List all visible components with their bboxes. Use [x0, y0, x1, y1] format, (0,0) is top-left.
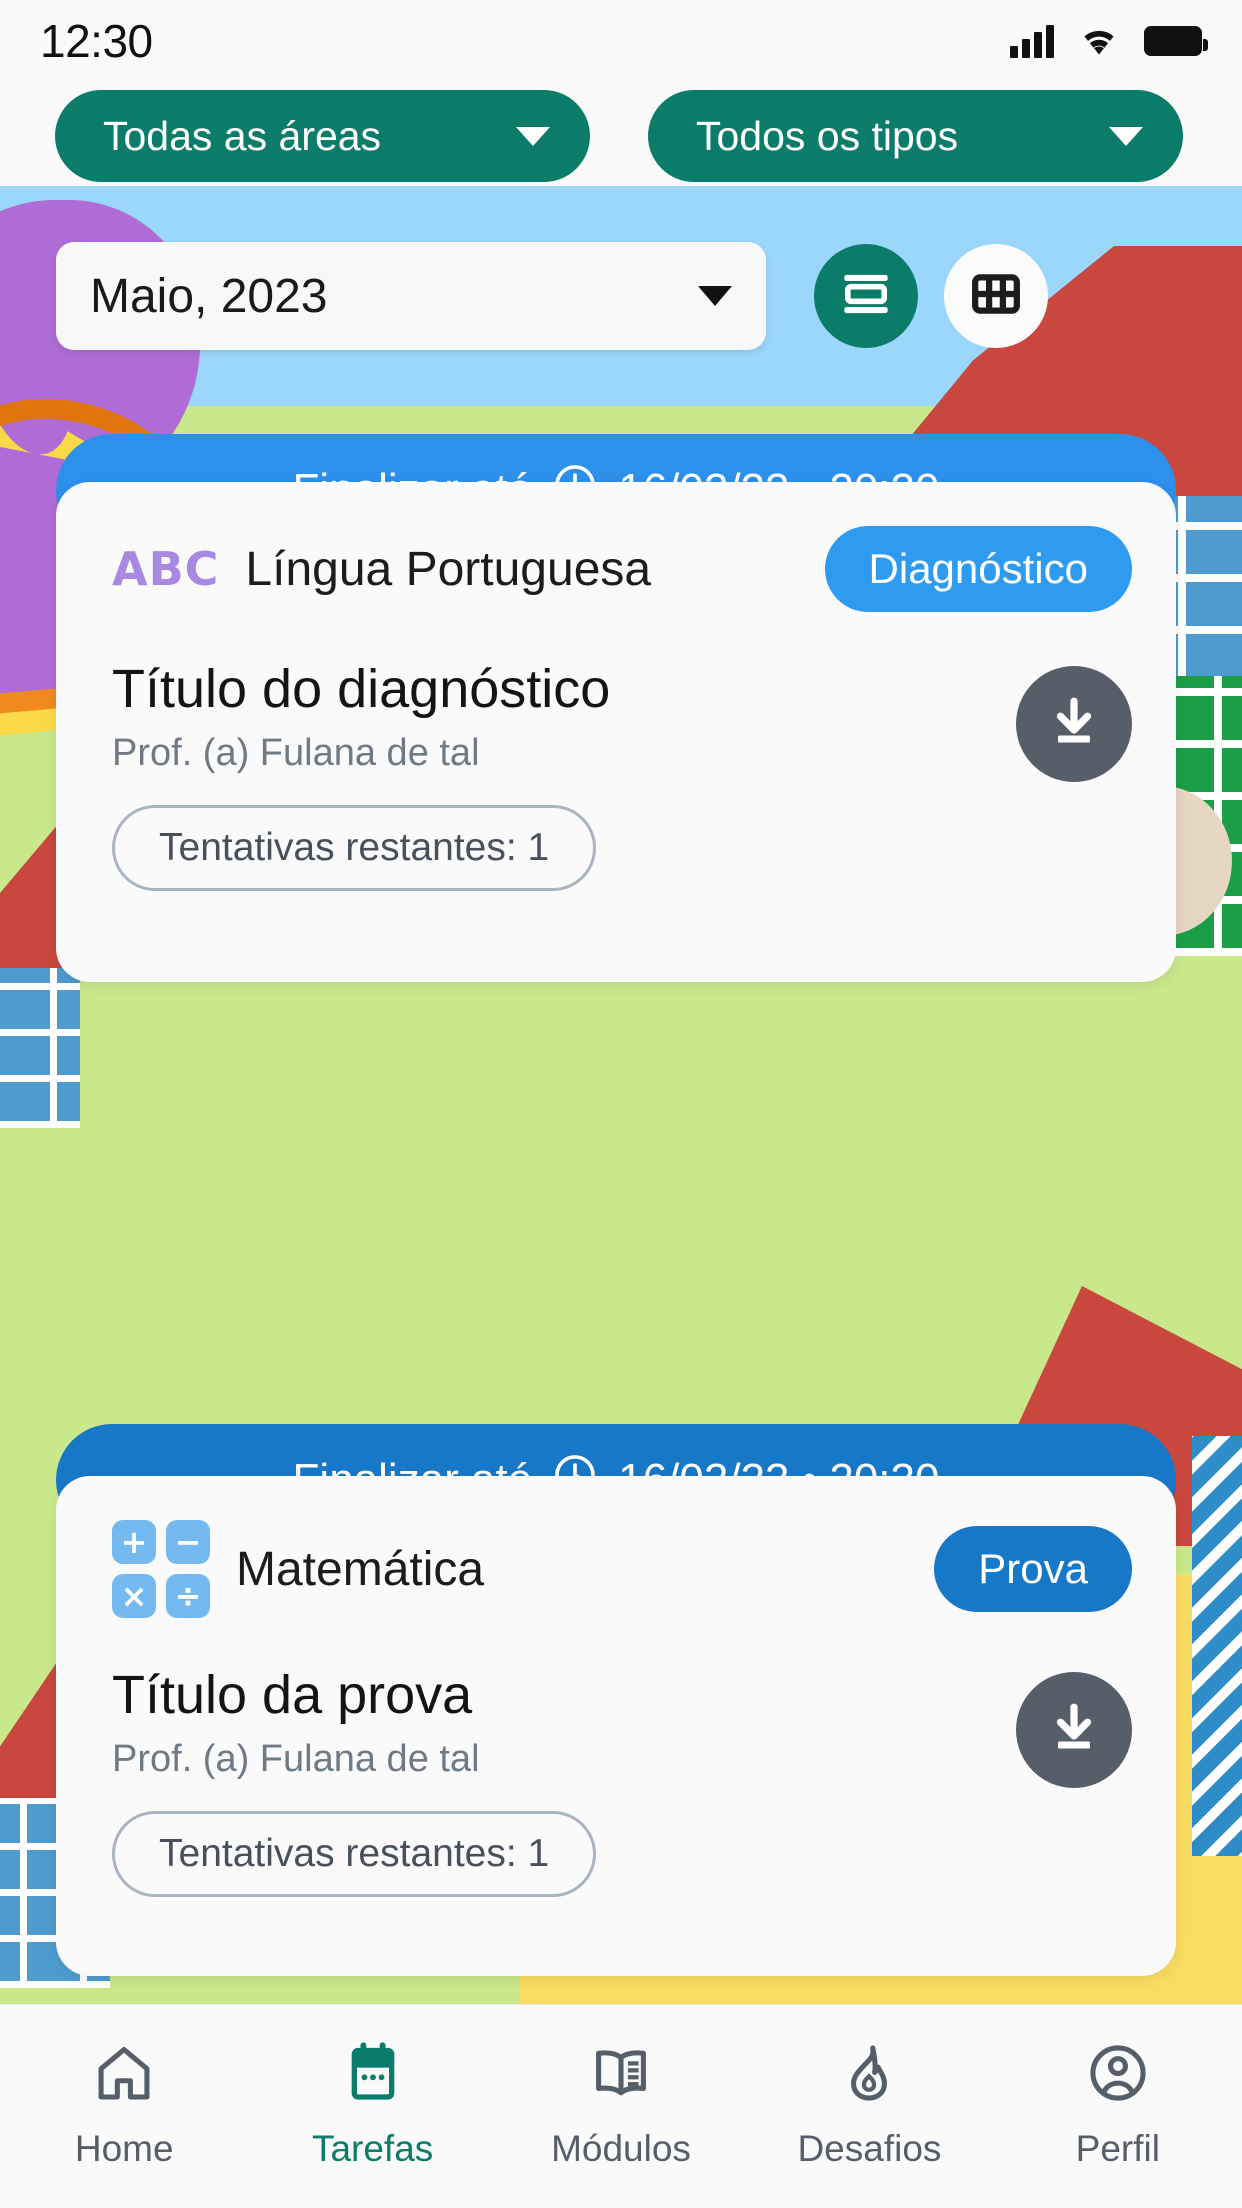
task-text-block: Título do diagnóstico Prof. (a) Fulana d… — [112, 658, 610, 891]
calculator-math-icon: + − × ÷ — [112, 1520, 210, 1618]
decor-left-house-wall — [0, 968, 80, 1128]
nav-item-modulos[interactable]: Módulos — [497, 2041, 745, 2170]
nav-label-tarefas: Tarefas — [311, 2128, 434, 2169]
illustrated-background: Maio, 2023 ABC Língua Portuguesa Diagnós… — [0, 186, 1242, 2004]
task-title: Título da prova — [112, 1665, 473, 1725]
status-bar-time: 12:30 — [40, 15, 153, 67]
math-times-symbol: × — [112, 1574, 156, 1618]
task-type-label: Diagnóstico — [868, 545, 1088, 592]
math-plus-symbol: + — [112, 1520, 156, 1564]
month-header: Maio, 2023 — [0, 236, 1242, 356]
nav-item-home[interactable]: Home — [0, 2041, 248, 2170]
decor-striped-pole — [1192, 1436, 1242, 1856]
task-type-badge[interactable]: Prova — [934, 1526, 1132, 1612]
chevron-down-icon — [1109, 126, 1143, 146]
task-subject-label: Língua Portuguesa — [245, 542, 652, 596]
nav-item-desafios[interactable]: Desafios — [745, 2041, 993, 2170]
task-subject: ABC Língua Portuguesa — [112, 542, 651, 597]
nav-item-tarefas[interactable]: Tarefas — [248, 2041, 496, 2170]
bottom-navigation: Home Tarefas Módulos Desafios Perfil — [0, 2004, 1242, 2208]
calendar-grid-view-icon — [971, 269, 1021, 324]
flame-icon — [837, 2041, 901, 2110]
month-dropdown[interactable]: Maio, 2023 — [56, 242, 766, 350]
signal-bars-icon — [1010, 24, 1054, 58]
status-bar: 12:30 — [0, 0, 1242, 82]
task-teacher: Prof. (a) Fulana de tal — [112, 732, 480, 774]
filter-areas-label: Todas as áreas — [103, 112, 382, 159]
nav-label-modulos: Módulos — [551, 2128, 691, 2169]
view-toggle-group — [814, 244, 1048, 348]
download-icon — [1045, 693, 1103, 756]
chevron-down-icon — [516, 126, 550, 146]
download-icon — [1045, 1699, 1103, 1762]
math-minus-symbol: − — [166, 1520, 210, 1564]
download-button[interactable] — [1016, 1672, 1132, 1788]
chevron-down-icon — [698, 286, 732, 306]
task-attempts-badge: Tentativas restantes: 1 — [112, 1811, 597, 1897]
filter-areas-dropdown[interactable]: Todas as áreas — [55, 90, 590, 182]
task-attempts-badge: Tentativas restantes: 1 — [112, 805, 597, 891]
task-card-header: ABC Língua Portuguesa Diagnóstico — [112, 526, 1132, 612]
task-type-label: Prova — [978, 1545, 1088, 1592]
battery-full-icon — [1144, 26, 1208, 56]
filter-bar: Todas as áreas Todos os tipos — [0, 82, 1242, 186]
app-screen: 12:30 Todas as áreas Todos os tipos Maio… — [0, 0, 1242, 2208]
filter-types-label: Todos os tipos — [696, 112, 959, 159]
user-circle-icon — [1086, 2041, 1150, 2110]
nav-label-home: Home — [74, 2128, 174, 2169]
status-bar-icons — [1010, 22, 1208, 61]
task-teacher: Prof. (a) Fulana de tal — [112, 1738, 480, 1780]
task-text-block: Título da prova Prof. (a) Fulana de tal … — [112, 1664, 597, 1897]
month-label: Maio, 2023 — [90, 269, 328, 323]
task-card[interactable]: + − × ÷ Matemática Prova Título da prova… — [56, 1476, 1176, 1976]
task-card-body: Título do diagnóstico Prof. (a) Fulana d… — [112, 658, 1132, 891]
task-card[interactable]: ABC Língua Portuguesa Diagnóstico Título… — [56, 482, 1176, 982]
abc-letters-icon: ABC — [112, 542, 220, 596]
calendar-icon — [341, 2041, 405, 2110]
download-button[interactable] — [1016, 666, 1132, 782]
filter-types-dropdown[interactable]: Todos os tipos — [648, 90, 1183, 182]
grid-view-button[interactable] — [944, 244, 1048, 348]
task-card-header: + − × ÷ Matemática Prova — [112, 1520, 1132, 1618]
wifi-icon — [1076, 22, 1122, 61]
task-type-badge[interactable]: Diagnóstico — [824, 526, 1132, 612]
task-subject: + − × ÷ Matemática — [112, 1520, 484, 1618]
math-divide-symbol: ÷ — [166, 1574, 210, 1618]
nav-item-perfil[interactable]: Perfil — [994, 2041, 1242, 2170]
home-icon — [92, 2041, 156, 2110]
task-card-body: Título da prova Prof. (a) Fulana de tal … — [112, 1664, 1132, 1897]
open-book-icon — [589, 2041, 653, 2110]
agenda-list-view-icon — [840, 268, 892, 325]
agenda-view-button[interactable] — [814, 244, 918, 348]
task-title: Título do diagnóstico — [112, 659, 611, 719]
task-subject-label: Matemática — [236, 1542, 485, 1596]
nav-label-desafios: Desafios — [797, 2128, 942, 2169]
nav-label-perfil: Perfil — [1075, 2128, 1160, 2169]
